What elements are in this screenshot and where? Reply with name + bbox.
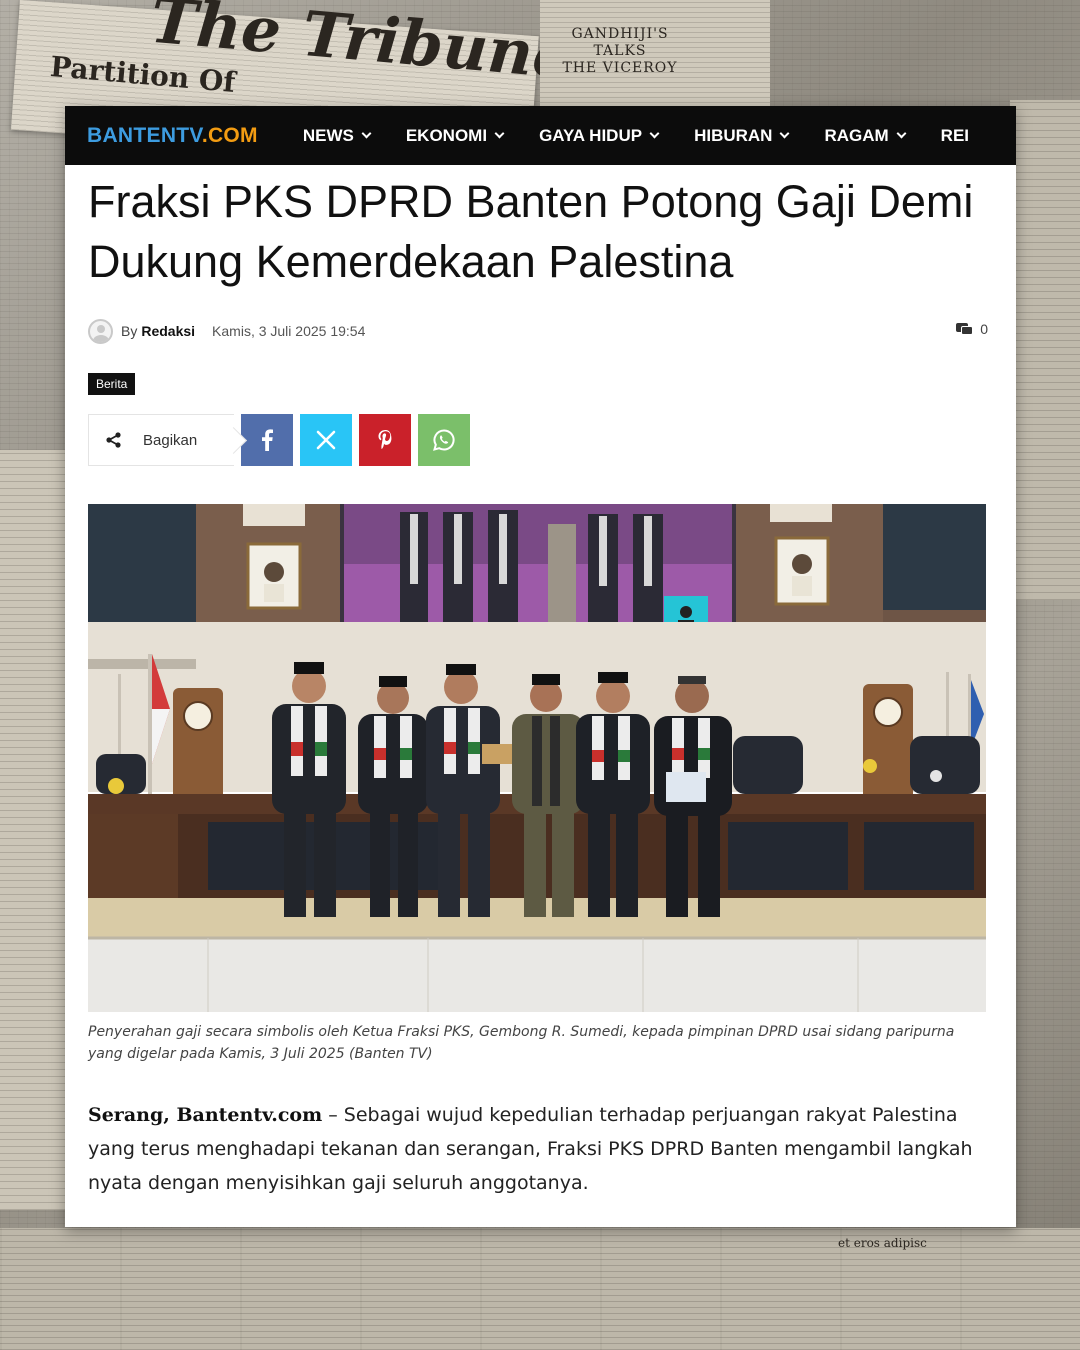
nav-item-gaya-hidup[interactable]: GAYA HIDUP xyxy=(539,125,660,146)
site-logo[interactable]: BANTENTV.COM xyxy=(87,124,258,148)
logo-text-domain: .COM xyxy=(201,123,258,147)
pinterest-icon xyxy=(378,430,392,450)
nav-item-ragam[interactable]: RAGAM xyxy=(824,125,907,146)
share-whatsapp-button[interactable] xyxy=(418,414,470,466)
x-twitter-icon xyxy=(316,430,336,450)
share-facebook-button[interactable] xyxy=(241,414,293,466)
publish-date: Kamis, 3 Juli 2025 19:54 xyxy=(212,323,366,339)
comment-count: 0 xyxy=(980,321,988,337)
article-lead-paragraph: Serang, Bantentv.com – Sebagai wujud kep… xyxy=(88,1098,978,1200)
whatsapp-icon xyxy=(433,429,455,451)
article-card: BANTENTV.COM NEWS EKONOMI GAYA HIDUP HIB… xyxy=(65,106,1016,1227)
newspaper-clipping-right xyxy=(1010,100,1080,600)
by-label: By xyxy=(121,323,138,339)
plenary-photo-illustration xyxy=(88,504,986,1012)
newspaper-snippet: et eros adipisc xyxy=(838,1236,927,1250)
facebook-icon xyxy=(262,429,273,451)
top-navigation-bar: BANTENTV.COM NEWS EKONOMI GAYA HIDUP HIB… xyxy=(65,106,1016,165)
nav-label: EKONOMI xyxy=(405,125,488,145)
nav-item-ekonomi[interactable]: EKONOMI xyxy=(405,125,505,146)
photo-caption: Penyerahan gaji secara simbolis oleh Ket… xyxy=(88,1024,955,1062)
author-avatar[interactable] xyxy=(88,318,113,344)
category-tag[interactable]: Berita xyxy=(88,373,136,395)
nav-label: REI xyxy=(940,125,970,145)
share-icon xyxy=(106,432,121,448)
share-pinterest-button[interactable] xyxy=(359,414,411,466)
article-photo[interactable] xyxy=(88,504,986,1012)
nav-label: GAYA HIDUP xyxy=(539,125,643,145)
chevron-down-icon xyxy=(494,128,505,139)
side-headline-line-1: GANDHIJI'S TALKS xyxy=(571,26,669,59)
nav-label: NEWS xyxy=(302,125,354,145)
share-x-button[interactable] xyxy=(300,414,352,466)
newspaper-side-headline: GANDHIJI'S TALKS THE VICEROY xyxy=(545,26,695,77)
comment-icon xyxy=(956,322,974,336)
comments-link[interactable]: 0 xyxy=(956,321,988,337)
chevron-down-icon xyxy=(649,128,660,139)
share-bar: Bagikan xyxy=(88,414,470,466)
nav-item-news[interactable]: NEWS xyxy=(302,125,372,146)
nav-label: RAGAM xyxy=(824,125,889,145)
share-label: Bagikan xyxy=(143,431,198,449)
article-dateline: Serang, Bantentv.com xyxy=(88,1104,323,1126)
chevron-down-icon xyxy=(896,128,907,139)
nav-item-hiburan[interactable]: HIBURAN xyxy=(694,125,790,146)
chevron-down-icon xyxy=(780,128,790,139)
logo-text-main: BANTENTV xyxy=(87,123,202,147)
nav-item-truncated[interactable]: REI xyxy=(941,126,969,146)
side-headline-line-2: THE VICEROY xyxy=(562,60,678,76)
article-title: Fraksi PKS DPRD Banten Potong Gaji Demi … xyxy=(88,176,974,287)
newspaper-clipping-left xyxy=(0,450,70,1210)
chevron-down-icon xyxy=(361,128,372,139)
share-label-box: Bagikan xyxy=(88,414,234,466)
author-link[interactable]: Redaksi xyxy=(141,323,195,339)
article-meta: By Redaksi Kamis, 3 Juli 2025 19:54 0 xyxy=(88,318,988,344)
nav-label: HIBURAN xyxy=(694,125,773,145)
